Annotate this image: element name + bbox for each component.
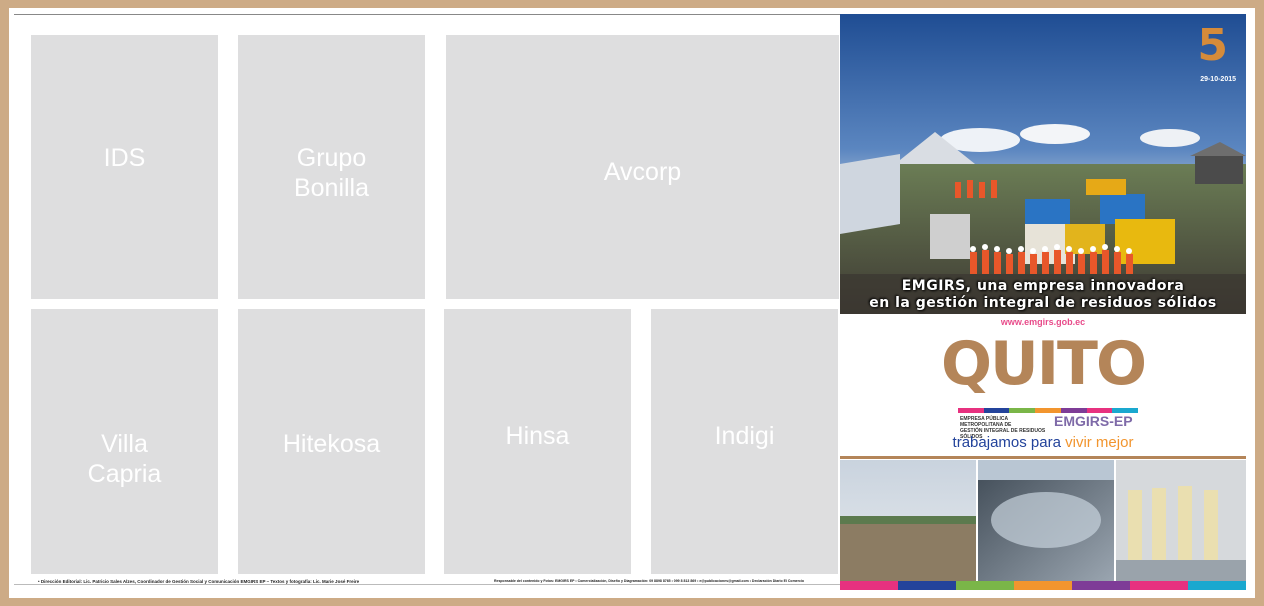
footer-credits-right: Responsable del contenido y Fotos: EMGIR… — [494, 579, 805, 583]
placeholder-hinsa: Hinsa — [444, 309, 631, 574]
agency-line-1: EMPRESA PÚBLICA METROPOLITANA DE — [960, 416, 1012, 428]
placeholder-villa-capria: Villa Capria — [31, 309, 218, 574]
quito-logo: QUITO — [941, 329, 1147, 399]
placeholder-ids: IDS — [31, 35, 218, 299]
placeholder-grupo-bonilla: Grupo Bonilla — [238, 35, 425, 299]
placeholder-label: Grupo Bonilla — [293, 144, 370, 202]
anniversary-badge: 5 29-10-2015 — [1186, 22, 1236, 92]
website-url: www.emgirs.gob.ec — [1000, 317, 1086, 327]
ad-divider — [840, 456, 1246, 459]
trucks-and-workers-photo: 5 29-10-2015 EMGIRS, una empresa innovad… — [840, 14, 1246, 314]
emgirs-advertisement: 5 29-10-2015 EMGIRS, una empresa innovad… — [840, 14, 1246, 590]
landfill-photo-strip — [840, 460, 1246, 581]
placeholder-label: Avcorp — [603, 158, 682, 186]
placeholder-avcorp: Avcorp — [446, 35, 839, 299]
bottom-rule — [14, 584, 848, 585]
anniversary-number: 5 — [1197, 20, 1228, 71]
placeholder-hitekosa: Hitekosa — [238, 309, 425, 574]
placeholder-indigi: Indigi — [651, 309, 838, 574]
caption-line-1: EMGIRS, una empresa innovadora — [901, 278, 1185, 294]
placeholder-label: Indigi — [714, 422, 775, 450]
placeholder-label: Villa Capria — [87, 430, 162, 488]
slogan-part-1: trabajamos para — [952, 434, 1066, 451]
footer-credits-left: • Dirección Editorial: Lic. Patricio Sal… — [38, 579, 360, 584]
agency-short-name: EMGIRS-EP — [1054, 413, 1133, 429]
placeholder-label: Hitekosa — [282, 430, 381, 458]
anniversary-date: 29-10-2015 — [1200, 76, 1236, 83]
placeholder-label: IDS — [103, 144, 146, 172]
placeholder-label: Hinsa — [505, 422, 570, 450]
slogan: trabajamos para vivir mejor — [840, 434, 1246, 451]
bottom-color-stripe — [840, 581, 1246, 590]
slogan-part-2: vivir mejor — [1065, 434, 1134, 451]
caption-line-2: en la gestión integral de residuos sólid… — [869, 295, 1217, 311]
